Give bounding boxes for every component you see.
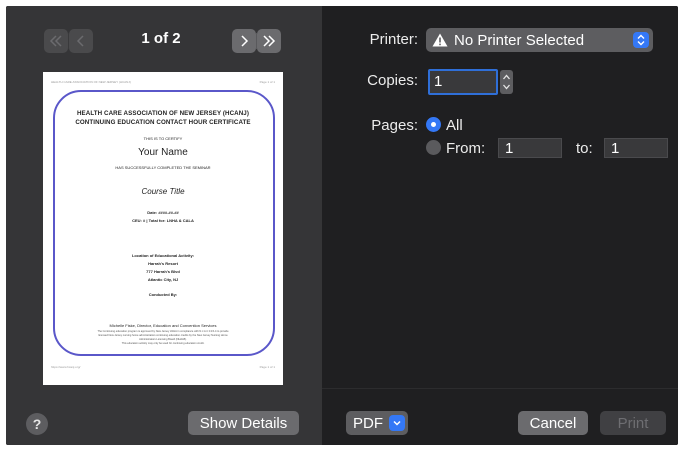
course-title: Course Title (141, 187, 185, 196)
pages-range-radio[interactable] (426, 140, 441, 155)
copies-stepper[interactable] (500, 70, 513, 94)
fine-print: Administrators Licensing Board (NHALB). (139, 338, 187, 341)
print-button[interactable]: Print (600, 411, 666, 435)
completed-text: HAS SUCCESSFULLY COMPLETED THE SEMINAR (115, 165, 211, 170)
conducted-by-label: Conducted By: (148, 292, 178, 297)
certificate-heading-line1: HEALTH CARE ASSOCIATION OF NEW JERSEY (H… (76, 110, 250, 117)
location-city: Atlantic City, NJ (147, 277, 179, 282)
double-chevron-left-icon (49, 35, 62, 47)
settings-panel: Printer: No Printer Selected Copies: 1 P… (322, 6, 678, 445)
pdf-label: PDF (353, 414, 383, 432)
select-arrows-icon (633, 32, 649, 48)
certificate-heading-line2: CONTINUING EDUCATION CONTACT HOUR CERTIF… (75, 119, 251, 126)
certify-text: THIS IS TO CERTIFY (143, 136, 183, 141)
fine-print: This education activity may only be used… (121, 342, 205, 345)
page-preview[interactable]: HEALTH CARE ASSOCIATION OF NEW JERSEY (H… (43, 72, 283, 385)
preview-footer-right: Page 1 of 1 (259, 365, 275, 369)
warning-triangle-icon (432, 33, 448, 47)
pdf-menu-button[interactable]: PDF (346, 411, 408, 435)
show-details-button[interactable]: Show Details (188, 411, 299, 435)
pages-to-label: to: (576, 140, 593, 157)
chevron-right-icon (241, 35, 249, 47)
preview-header-right: Page 1 of 1 (259, 80, 275, 84)
copies-label: Copies: (367, 72, 418, 89)
preview-footer-left: https://www.hcanj.org/ (51, 365, 81, 369)
pages-label: Pages: (371, 117, 418, 134)
pages-all-radio[interactable] (426, 117, 441, 132)
cancel-button[interactable]: Cancel (518, 411, 588, 435)
preview-panel: 1 of 2 HEALTH CARE ASSOCIATION OF NEW JE… (6, 6, 322, 445)
stepper-arrows-icon (503, 74, 510, 90)
first-page-button[interactable] (44, 29, 68, 53)
question-mark-icon: ? (32, 416, 42, 432)
location-name: Harrah's Resort (148, 261, 178, 266)
pages-from-label: From: (446, 140, 486, 157)
previous-page-button[interactable] (69, 29, 93, 53)
double-chevron-right-icon (263, 35, 276, 47)
recipient-name: Your Name (138, 147, 188, 158)
pages-from-field[interactable]: 1 (498, 138, 562, 158)
last-page-button[interactable] (257, 29, 281, 53)
copies-field[interactable]: 1 (428, 69, 498, 95)
pages-all-label: All (446, 117, 463, 134)
printer-label: Printer: (369, 31, 418, 48)
fine-print: licensed New Jersey nursing home adminis… (98, 334, 228, 337)
print-dialog: 1 of 2 HEALTH CARE ASSOCIATION OF NEW JE… (6, 6, 678, 445)
page-indicator: 1 of 2 (141, 30, 181, 47)
printer-value: No Printer Selected (454, 31, 585, 49)
fine-print: The Continuing education program is appr… (97, 330, 229, 333)
chevron-down-icon (389, 415, 405, 431)
printer-select[interactable]: No Printer Selected (426, 28, 653, 52)
location-address: 777 Harrah's Blvd (146, 269, 180, 274)
certificate-ceu: CEU: # | Total for: LNHA & CALA (132, 218, 194, 223)
location-label: Location of Educational Activity: (131, 253, 195, 258)
certificate-border (53, 90, 275, 356)
help-button[interactable]: ? (26, 413, 48, 435)
certificate-date: Date: ####-##-## (147, 210, 179, 215)
chevron-left-icon (76, 35, 84, 47)
preview-header-left: HEALTH CARE ASSOCIATION OF NEW JERSEY (H… (51, 80, 131, 84)
next-page-button[interactable] (232, 29, 256, 53)
footer-divider (322, 388, 678, 389)
pages-to-field[interactable]: 1 (604, 138, 668, 158)
signer-text: Michelle Fiske, Director, Education and … (109, 323, 217, 328)
